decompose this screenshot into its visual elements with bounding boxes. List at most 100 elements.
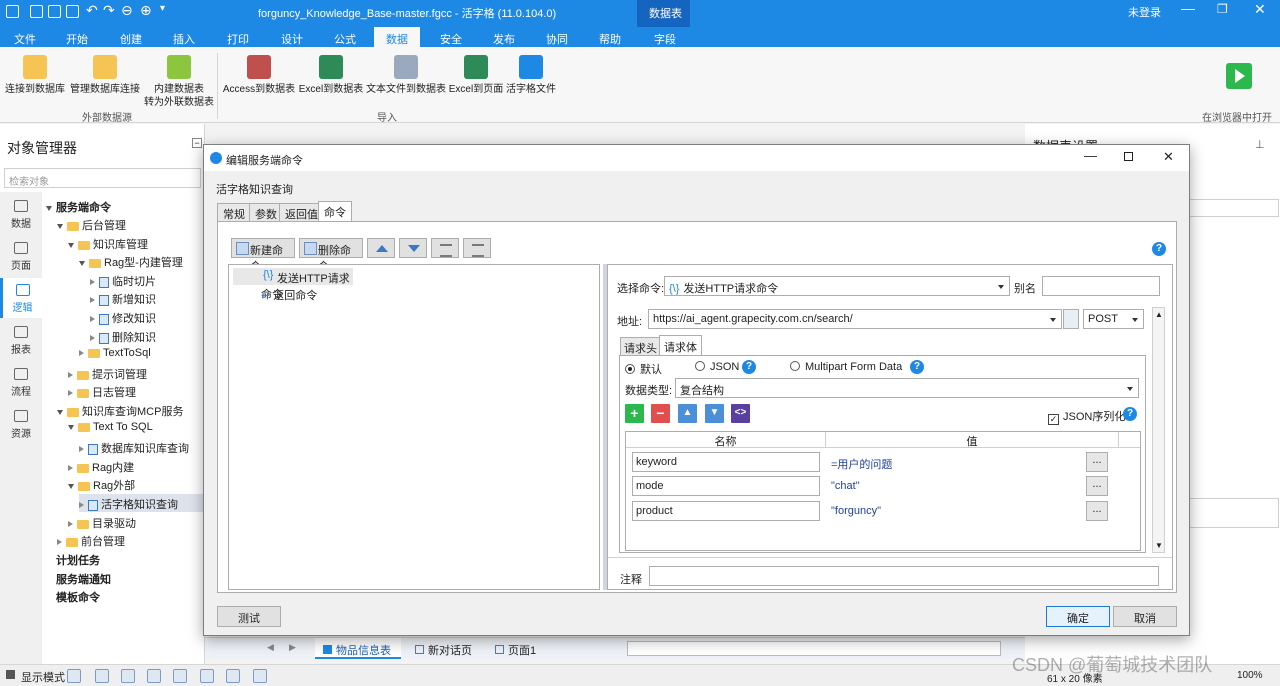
- http-method-dropdown[interactable]: POST: [1083, 309, 1144, 329]
- tree-node[interactable]: 临时切片: [90, 273, 156, 289]
- login-link[interactable]: 未登录: [1128, 4, 1161, 20]
- function-icon[interactable]: [121, 669, 135, 683]
- row-edit-button[interactable]: ...: [1086, 452, 1108, 472]
- row-edit-button[interactable]: ...: [1086, 476, 1108, 496]
- tab-parameters[interactable]: 参数: [249, 203, 283, 221]
- tab-prev-icon[interactable]: ◀: [267, 642, 274, 653]
- formula-icon[interactable]: [1063, 309, 1079, 329]
- panel-icon[interactable]: [253, 669, 267, 683]
- layout-icon[interactable]: [226, 669, 240, 683]
- tree-node[interactable]: Rag内建: [68, 459, 134, 475]
- tree-node[interactable]: 知识库管理: [68, 236, 148, 252]
- open-icon[interactable]: [66, 5, 79, 18]
- save-icon[interactable]: [48, 5, 61, 18]
- radio-json[interactable]: JSON: [695, 361, 739, 373]
- tree-node[interactable]: 日志管理: [68, 384, 136, 400]
- tree-node[interactable]: 删除知识: [90, 329, 156, 345]
- tab-general[interactable]: 常规: [217, 203, 251, 221]
- menu-home[interactable]: 开始: [66, 31, 88, 47]
- menu-insert[interactable]: 插入: [173, 31, 195, 47]
- radio-multipart[interactable]: Multipart Form Data: [790, 361, 902, 373]
- tree-node[interactable]: 知识库查询MCP服务: [57, 403, 183, 419]
- menu-file[interactable]: 文件: [14, 31, 36, 47]
- row-name-input[interactable]: keyword: [632, 452, 820, 472]
- tree-node[interactable]: 模板命令: [56, 589, 100, 605]
- code-icon[interactable]: <>: [731, 404, 750, 423]
- display-mode-label[interactable]: 显示模式: [21, 669, 65, 685]
- menu-formula[interactable]: 公式: [334, 31, 356, 47]
- tree-node[interactable]: 服务端通知: [56, 571, 111, 587]
- editor-scrollbar[interactable]: ▲ ▼: [1152, 307, 1165, 553]
- menu-security[interactable]: 安全: [440, 31, 462, 47]
- tree-node[interactable]: Rag型-内建管理: [79, 254, 183, 270]
- tab-new-chat-page[interactable]: 新对话页: [415, 642, 472, 658]
- search-input[interactable]: 检索对象: [4, 168, 201, 188]
- command-item-http[interactable]: {\} 发送HTTP请求命令: [233, 268, 353, 301]
- add-icon[interactable]: +: [625, 404, 644, 423]
- row-value[interactable]: =用户的问题: [831, 456, 892, 472]
- excel-import-button[interactable]: Excel到数据表: [297, 55, 365, 96]
- subtab-body[interactable]: 请求体: [659, 335, 702, 356]
- tree-node[interactable]: 前台管理: [57, 533, 125, 549]
- scroll-down-icon[interactable]: ▼: [1155, 541, 1163, 550]
- menu-publish[interactable]: 发布: [493, 31, 515, 47]
- test-button[interactable]: 测试: [217, 606, 281, 627]
- close-icon[interactable]: ✕: [1254, 1, 1266, 18]
- move-up-icon[interactable]: ▲: [678, 404, 697, 423]
- select-command-dropdown[interactable]: {\} 发送HTTP请求命令: [664, 276, 1010, 296]
- to-external-table-button[interactable]: 内建数据表 转为外联数据表: [142, 55, 216, 109]
- row-name-input[interactable]: product: [632, 501, 820, 521]
- help-icon[interactable]: ?: [1152, 242, 1166, 256]
- property-field[interactable]: [1187, 199, 1279, 217]
- help-icon[interactable]: ?: [910, 360, 924, 374]
- datatype-dropdown[interactable]: 复合结构: [675, 378, 1139, 398]
- grid-icon[interactable]: [173, 669, 187, 683]
- new-icon[interactable]: [30, 5, 43, 18]
- tree-node-selected[interactable]: 活字格知识查询: [79, 494, 205, 512]
- tab-items-table[interactable]: 物品信息表: [315, 638, 401, 659]
- minimize-icon[interactable]: —: [1181, 0, 1195, 16]
- nav-workflow[interactable]: 流程: [0, 368, 42, 398]
- move-up-icon[interactable]: [367, 238, 395, 258]
- pin-icon[interactable]: ⊥: [1255, 138, 1265, 151]
- help-icon[interactable]: ?: [742, 360, 756, 374]
- property-field[interactable]: [1187, 498, 1279, 528]
- tree-node[interactable]: 目录驱动: [68, 515, 136, 531]
- restore-icon[interactable]: ❐: [1217, 2, 1228, 16]
- scroll-up-icon[interactable]: ▲: [1155, 310, 1163, 319]
- tab-commands[interactable]: 命令: [318, 201, 352, 222]
- command-item-return[interactable]: ↩ 返回命令: [261, 287, 317, 303]
- undo-icon[interactable]: ↶: [86, 2, 98, 19]
- url-input[interactable]: https://ai_agent.grapecity.com.cn/search…: [648, 309, 1062, 329]
- toolbar-icon[interactable]: [67, 669, 81, 683]
- chart-icon[interactable]: [147, 669, 161, 683]
- close-icon[interactable]: ✕: [1163, 149, 1174, 165]
- nav-data[interactable]: 数据: [0, 200, 42, 230]
- menu-design[interactable]: 设计: [281, 31, 303, 47]
- tree-node[interactable]: 数据库知识库查询: [79, 440, 189, 456]
- menu-field[interactable]: 字段: [654, 31, 676, 47]
- menu-data[interactable]: 数据: [374, 27, 420, 47]
- tree-node[interactable]: TextToSql: [79, 347, 151, 359]
- excel-to-page-button[interactable]: Excel到页面: [447, 55, 505, 96]
- tree-node[interactable]: Rag外部: [68, 477, 135, 493]
- tree-node[interactable]: 提示词管理: [68, 366, 147, 382]
- new-command-button[interactable]: 新建命令: [231, 238, 295, 273]
- zoom-level[interactable]: 100%: [1237, 670, 1263, 681]
- maximize-icon[interactable]: [1124, 152, 1133, 161]
- menu-create[interactable]: 创建: [120, 31, 142, 47]
- customize-icon[interactable]: ▾: [160, 3, 165, 14]
- menu-help[interactable]: 帮助: [599, 31, 621, 47]
- indent-icon[interactable]: [431, 238, 459, 258]
- row-value[interactable]: "chat": [831, 480, 860, 492]
- manage-connections-button[interactable]: 管理数据库连接: [68, 55, 142, 96]
- access-import-button[interactable]: Access到数据表: [221, 55, 297, 96]
- cancel-button[interactable]: 取消: [1113, 606, 1177, 627]
- delete-command-button[interactable]: 删除命令: [299, 238, 363, 273]
- tree-node[interactable]: 计划任务: [56, 552, 100, 568]
- back-icon[interactable]: ⊖: [121, 2, 133, 19]
- row-value[interactable]: "forguncy": [831, 505, 881, 517]
- tree-node[interactable]: Text To SQL: [68, 421, 153, 433]
- tree-node[interactable]: 服务端命令: [46, 199, 111, 215]
- tree-node[interactable]: 修改知识: [90, 310, 156, 326]
